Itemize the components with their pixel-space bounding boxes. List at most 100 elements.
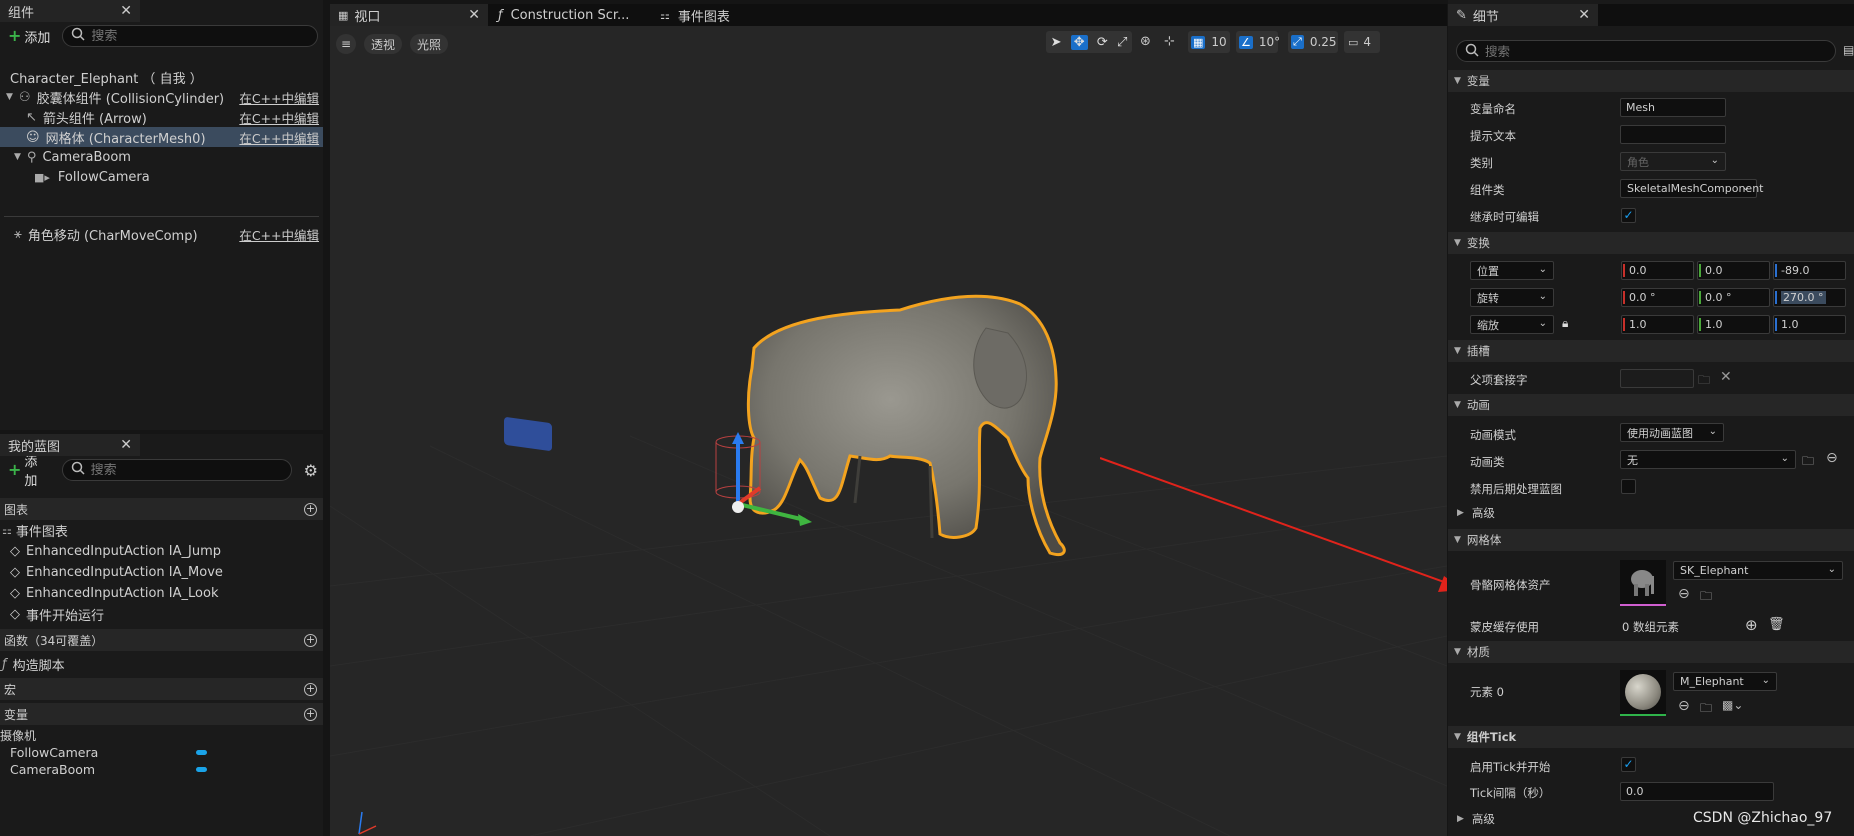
tab-event-graph[interactable]: ⚏ 事件图表 [652,4,792,26]
variable-item[interactable]: CameraBoom [0,759,323,779]
details-search[interactable] [1456,40,1836,62]
start-tick-checkbox[interactable]: ✓ [1621,757,1636,772]
edit-in-cpp-link[interactable]: 在C++中编辑 [239,88,319,107]
gear-icon[interactable]: ⚙ [304,461,318,480]
close-icon[interactable]: ✕ [112,3,132,19]
scale-y[interactable]: 1.0 [1697,315,1770,334]
tree-item-capsule[interactable]: ▼ ⚇ 胶囊体组件 (CollisionCylinder) 在C++中编辑 [0,87,323,107]
scale-x[interactable]: 1.0 [1621,315,1694,334]
component-class-dropdown[interactable]: SkeletalMeshComponent ⌄ [1620,179,1764,198]
browse-folder-icon[interactable]: 🗀︎ [1700,699,1712,720]
section-component-tick[interactable]: ▼ 组件Tick [1448,726,1854,748]
event-graph-item[interactable]: ⚏ 事件图表 [0,520,323,540]
location-x[interactable]: 0.0 [1621,261,1694,280]
trash-icon[interactable]: 🗑︎ [1768,617,1785,632]
close-icon[interactable]: ✕ [460,7,480,23]
scale-z[interactable]: 1.0 [1773,315,1846,334]
scale-tool-icon[interactable]: ⤢ [1117,35,1127,50]
edit-in-cpp-link[interactable]: 在C++中编辑 [239,225,319,244]
move-tool-icon[interactable]: ✥ [1070,34,1088,50]
expand-arrow-icon[interactable]: ▼ [14,152,21,162]
edit-in-cpp-link[interactable]: 在C++中编辑 [239,108,319,127]
tree-item-cameraboom[interactable]: ▼ ⚲ CameraBoom [0,147,323,167]
rotation-snap-toggle[interactable]: ∠ 10° [1236,31,1280,53]
tab-viewport[interactable]: ▦ 视口 ✕ [330,4,488,26]
browse-folder-icon[interactable]: 🗀︎ [1698,371,1710,392]
tab-my-blueprint[interactable]: 我的蓝图 ✕ [0,434,140,456]
location-mode-dropdown[interactable]: 位置 ⌄ [1470,261,1554,280]
surface-snap-icon[interactable]: ⊹ [1164,34,1175,49]
section-mesh[interactable]: ▼ 网格体 [1448,529,1854,551]
add-circle-icon[interactable]: + [304,682,317,696]
browse-folder-icon[interactable]: 🗀︎ [1700,587,1712,608]
close-icon[interactable]: ✕ [112,437,132,453]
viewport[interactable]: ≡ 透视 光照 ➤ ✥ ⟳ ⤢ ⊛ ⊹ ▦ 10 ∠ 10° ⤢ 0.25 ▭ … [330,26,1447,836]
rotation-x[interactable]: 0.0 ° [1621,288,1694,307]
use-selected-icon[interactable]: ⊖ [1826,450,1838,466]
world-space-icon[interactable]: ⊛ [1140,34,1151,49]
rotation-y[interactable]: 0.0 ° [1697,288,1770,307]
rotate-tool-icon[interactable]: ⟳ [1097,35,1108,50]
tab-construction-script[interactable]: ƒ Construction Scr... [490,4,650,26]
category-dropdown[interactable]: 角色 ⌄ [1620,152,1726,171]
section-variables[interactable]: 变量 + [0,703,323,725]
rotation-z[interactable]: 270.0 ° [1773,288,1846,307]
browse-folder-icon[interactable]: 🗀︎ [1802,452,1814,473]
section-functions[interactable]: 函数（34可覆盖） + [0,629,323,651]
skeletal-mesh-thumbnail[interactable] [1620,560,1666,606]
add-component-button[interactable]: + 添加 [2,25,56,48]
add-circle-icon[interactable]: + [304,633,317,647]
details-search-input[interactable] [1485,43,1827,59]
material-dropdown[interactable]: M_Elephant ⌄ [1673,672,1777,691]
clear-x-icon[interactable]: ✕ [1720,369,1732,385]
blueprint-search-input[interactable] [90,462,283,478]
section-variable[interactable]: ▼ 变量 [1448,70,1854,92]
scale-mode-dropdown[interactable]: 缩放 ⌄ [1470,315,1554,334]
close-icon[interactable]: ✕ [1570,7,1590,23]
rotation-mode-dropdown[interactable]: 旋转 ⌄ [1470,288,1554,307]
section-sockets[interactable]: ▼ 插槽 [1448,340,1854,362]
camera-speed-button[interactable]: ▭ 4 [1344,31,1380,53]
section-animation[interactable]: ▼ 动画 [1448,394,1854,416]
use-selected-icon[interactable]: ⊖ [1678,698,1690,714]
construction-script-item[interactable]: ƒ 构造脚本 [0,654,323,674]
anim-class-dropdown[interactable]: 无 ⌄ [1620,450,1796,469]
location-y[interactable]: 0.0 [1697,261,1770,280]
tab-details[interactable]: ✎ 细节 ✕ [1448,4,1598,26]
property-matrix-icon[interactable]: ▤ [1843,43,1854,57]
parent-socket-field[interactable] [1620,369,1694,388]
tab-components[interactable]: 组件 ✕ [0,0,140,22]
event-item[interactable]: ◇ EnhancedInputAction IA_Move [0,562,323,582]
skeletal-mesh-dropdown[interactable]: SK_Elephant ⌄ [1673,561,1843,580]
components-search-input[interactable] [91,28,309,44]
advanced-expander[interactable]: ▶ 高级 [1448,502,1854,524]
tree-item-followcamera[interactable]: ■▸ FollowCamera [0,167,323,187]
event-item[interactable]: ◇ 事件开始运行 [0,604,323,624]
event-item[interactable]: ◇ EnhancedInputAction IA_Jump [0,541,323,561]
material-thumbnail[interactable] [1620,670,1666,716]
scale-snap-toggle[interactable]: ⤢ 0.25 [1288,31,1338,53]
anim-mode-dropdown[interactable]: 使用动画蓝图 ⌄ [1620,423,1724,442]
expand-arrow-icon[interactable]: ▼ [6,92,13,102]
lit-button[interactable]: 光照 [410,34,448,54]
section-macros[interactable]: 宏 + [0,678,323,700]
material-options-icon[interactable]: ▩⌄ [1722,698,1743,712]
add-circle-icon[interactable]: + [304,502,317,516]
tooltip-field[interactable] [1620,125,1726,144]
edit-in-cpp-link[interactable]: 在C++中编辑 [239,128,319,147]
var-name-field[interactable]: Mesh [1620,98,1726,117]
tree-item-mesh[interactable]: ☺ 网格体 (CharacterMesh0) 在C++中编辑 [0,127,323,147]
section-graphs[interactable]: 图表 + [0,498,323,520]
viewport-menu-button[interactable]: ≡ [336,34,356,54]
tree-item-charmove[interactable]: ⚹ 角色移动 (CharMoveComp) 在C++中编辑 [0,224,323,244]
editable-inherit-checkbox[interactable]: ✓ [1621,208,1636,223]
section-transform[interactable]: ▼ 变换 [1448,232,1854,254]
lock-icon[interactable]: 🔒︎ [1562,316,1568,331]
blueprint-search[interactable] [61,459,292,481]
components-search[interactable] [62,25,318,47]
add-circle-icon[interactable]: ⊕ [1745,616,1758,634]
select-tool-icon[interactable]: ➤ [1051,35,1062,50]
perspective-button[interactable]: 透视 [364,34,402,54]
use-selected-icon[interactable]: ⊖ [1678,586,1690,602]
location-z[interactable]: -89.0 [1773,261,1846,280]
